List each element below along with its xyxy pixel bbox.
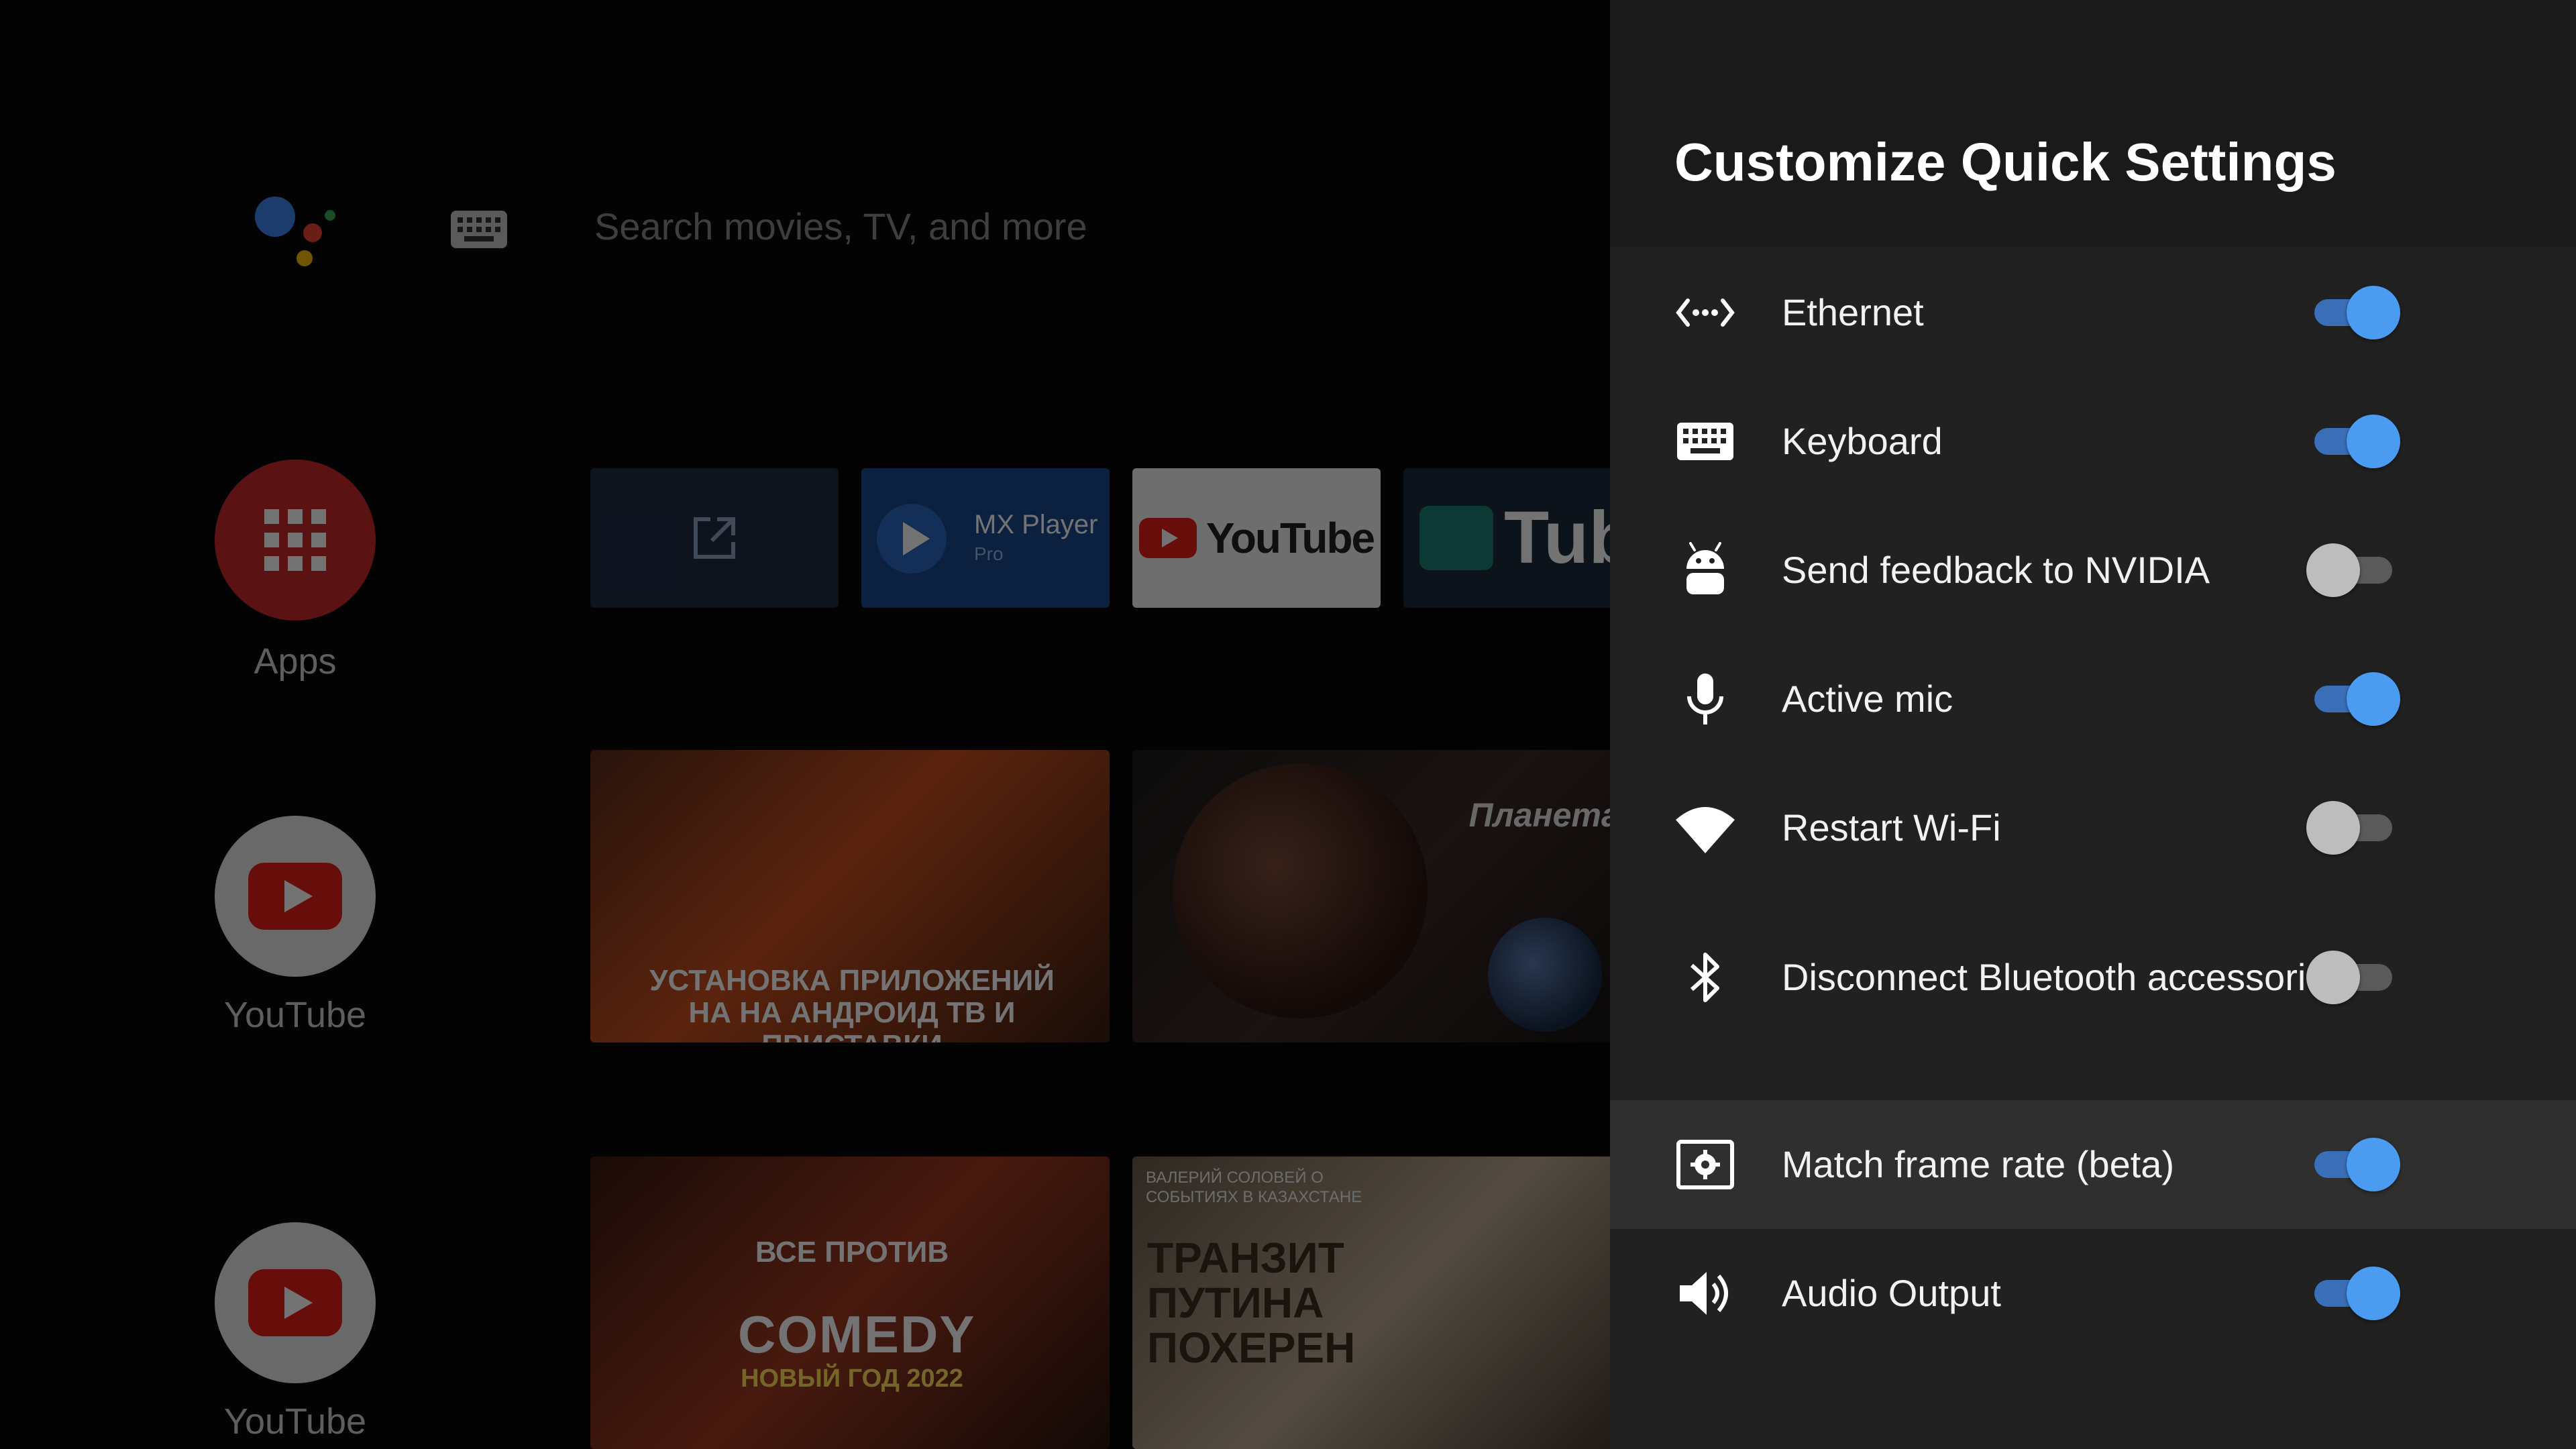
microphone-icon — [1674, 668, 1736, 730]
app-tile-youtube[interactable]: YouTube — [1132, 468, 1381, 608]
youtube-logo-icon — [1138, 518, 1197, 558]
setting-row-disconnect-bluetooth[interactable]: Disconnect Bluetooth accessories — [1610, 892, 2576, 1063]
search-input[interactable]: Search movies, TV, and more — [594, 205, 1087, 248]
smarttube-logo-text: Tube — [1504, 496, 1610, 579]
google-assistant-icon[interactable] — [248, 191, 342, 272]
home-screen: Search movies, TV, and more Apps YouTube… — [0, 0, 1610, 1449]
toggle-switch[interactable] — [2308, 672, 2400, 726]
setting-row-audio-output[interactable]: Audio Output — [1610, 1229, 2576, 1358]
frame-rate-icon — [1674, 1134, 1736, 1195]
app-tile-mx-player[interactable]: MX Player Pro — [861, 468, 1110, 608]
apps-button[interactable] — [215, 460, 376, 621]
youtube-icon — [248, 863, 342, 930]
keyboard-search-icon[interactable] — [451, 211, 507, 248]
smarttube-logo-icon — [1419, 506, 1493, 570]
toggle-switch[interactable] — [2308, 1267, 2400, 1320]
video-thumbnail-2-caption: Планета Х — [1468, 796, 1610, 834]
external-link-icon — [694, 517, 735, 559]
planet-image — [1173, 763, 1428, 1018]
panel-header: Customize Quick Settings — [1610, 0, 2576, 247]
youtube-logo-text: YouTube — [1205, 514, 1375, 562]
setting-row-active-mic[interactable]: Active mic — [1610, 635, 2576, 763]
app-tile-external-link[interactable] — [590, 468, 839, 608]
video-thumbnail-1[interactable]: УСТАНОВКА ПРИЛОЖЕНИЙ НА НА АНДРОИД ТВ И … — [590, 750, 1110, 1042]
setting-label: Audio Output — [1782, 1272, 2001, 1314]
setting-label: Keyboard — [1782, 420, 1943, 462]
youtube-channel-button-1[interactable] — [215, 816, 376, 977]
youtube-label-1: YouTube — [223, 995, 367, 1035]
setting-label: Ethernet — [1782, 291, 1924, 333]
setting-label: Disconnect Bluetooth accessories — [1782, 956, 2346, 998]
youtube-label-2: YouTube — [223, 1401, 367, 1442]
video-thumbnail-3-caption: ВСЕ ПРОТИВ — [755, 1236, 949, 1269]
youtube-icon — [248, 1269, 342, 1336]
video-thumbnail-3-subtitle: НОВЫЙ ГОД 2022 — [741, 1364, 963, 1393]
earth-image — [1488, 918, 1602, 1032]
youtube-channel-button-2[interactable] — [215, 1222, 376, 1383]
setting-row-match-frame-rate[interactable]: Match frame rate (beta) — [1610, 1100, 2576, 1229]
toggle-switch[interactable] — [2308, 415, 2400, 468]
ethernet-icon — [1674, 282, 1736, 343]
video-thumbnail-3-title: COMEDY — [738, 1305, 976, 1364]
setting-row-send-feedback[interactable]: Send feedback to NVIDIA — [1610, 506, 2576, 635]
toggle-switch[interactable] — [2308, 286, 2400, 339]
setting-label: Match frame rate (beta) — [1782, 1143, 2175, 1185]
toggle-switch[interactable] — [2306, 951, 2399, 1004]
toggle-switch[interactable] — [2308, 1138, 2400, 1191]
video-thumbnail-2[interactable]: Планета Х — [1132, 750, 1610, 1042]
apps-grid-icon — [264, 509, 326, 571]
app-tile-smarttube[interactable]: Tube — [1403, 468, 1610, 608]
setting-label: Restart Wi-Fi — [1782, 806, 2001, 849]
android-icon — [1674, 539, 1736, 601]
keyboard-icon — [1674, 411, 1736, 472]
video-thumbnail-4-title: ТРАНЗИТ ПУТИНА ПОХЕРЕН — [1147, 1234, 1356, 1373]
toggle-switch[interactable] — [2306, 801, 2399, 855]
panel-title: Customize Quick Settings — [1674, 132, 2337, 192]
setting-row-keyboard[interactable]: Keyboard — [1610, 377, 2576, 506]
video-thumbnail-4-topline: ВАЛЕРИЙ СОЛОВЕЙ О СОБЫТИЯХ В КАЗАХСТАНЕ — [1146, 1169, 1362, 1206]
wifi-icon — [1674, 797, 1736, 859]
speaker-icon — [1674, 1263, 1736, 1324]
setting-row-ethernet[interactable]: Ethernet — [1610, 248, 2576, 377]
video-thumbnail-3[interactable]: ВСЕ ПРОТИВ COMEDY НОВЫЙ ГОД 2022 — [590, 1157, 1110, 1449]
apps-label: Apps — [254, 641, 337, 682]
mx-player-logo-icon — [877, 504, 947, 574]
mx-player-subtitle: Pro — [974, 543, 1004, 564]
video-thumbnail-1-caption: УСТАНОВКА ПРИЛОЖЕНИЙ НА НА АНДРОИД ТВ И … — [649, 964, 1055, 1042]
bluetooth-icon — [1674, 947, 1736, 1008]
setting-label: Send feedback to NVIDIA — [1782, 549, 2210, 591]
setting-label: Active mic — [1782, 678, 1953, 720]
quick-settings-panel: Customize Quick Settings Ethernet Keyboa… — [1610, 0, 2576, 1449]
toggle-switch[interactable] — [2306, 543, 2399, 597]
video-thumbnail-4[interactable]: ВАЛЕРИЙ СОЛОВЕЙ О СОБЫТИЯХ В КАЗАХСТАНЕ … — [1132, 1157, 1610, 1449]
setting-row-restart-wifi[interactable]: Restart Wi-Fi — [1610, 763, 2576, 892]
mx-player-title: MX Player — [974, 510, 1098, 539]
